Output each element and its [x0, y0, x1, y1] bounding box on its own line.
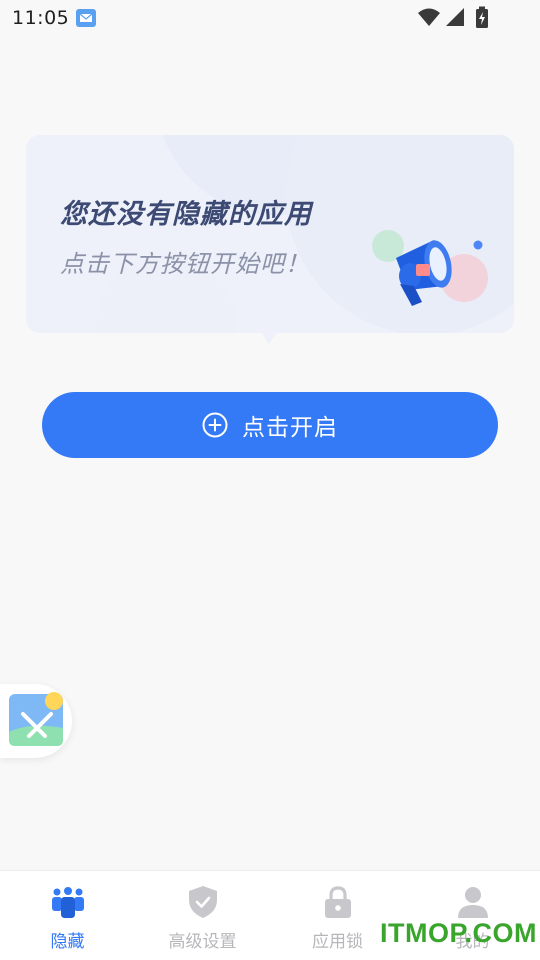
card-tail: [258, 328, 280, 344]
floating-image-widget[interactable]: [0, 684, 72, 758]
people-icon: [51, 887, 84, 918]
status-icons: [418, 6, 488, 28]
nav-item-hide[interactable]: 隐藏: [0, 871, 135, 960]
nav-label-hide: 隐藏: [50, 932, 85, 952]
app-screen: 11:05 您还没有隐藏的应用 点击下方按钮开始吧！ 点击开启 隐藏 高级设置 …: [0, 0, 540, 960]
watermark-logo: ITMOP.COM: [380, 918, 538, 948]
shield-check-icon: [188, 886, 217, 918]
megaphone-illustration-icon: [372, 230, 488, 306]
empty-subtitle: 点击下方按钮开始吧！: [60, 250, 310, 278]
notification-mail-icon: [76, 9, 96, 27]
wifi-icon: [418, 8, 440, 26]
image-edit-icon: [9, 692, 63, 746]
signal-icon: [446, 8, 464, 26]
nav-label-advanced-settings: 高级设置: [168, 932, 237, 952]
nav-item-advanced-settings[interactable]: 高级设置: [135, 871, 270, 960]
user-icon: [457, 887, 488, 918]
battery-icon: [476, 6, 488, 28]
lock-icon: [324, 886, 351, 918]
empty-title: 您还没有隐藏的应用: [60, 199, 312, 230]
plus-circle-icon: [202, 412, 228, 438]
status-time: 11:05: [12, 7, 70, 29]
status-bar: 11:05: [0, 0, 540, 36]
start-button[interactable]: 点击开启: [42, 392, 498, 458]
start-button-label: 点击开启: [242, 415, 338, 441]
